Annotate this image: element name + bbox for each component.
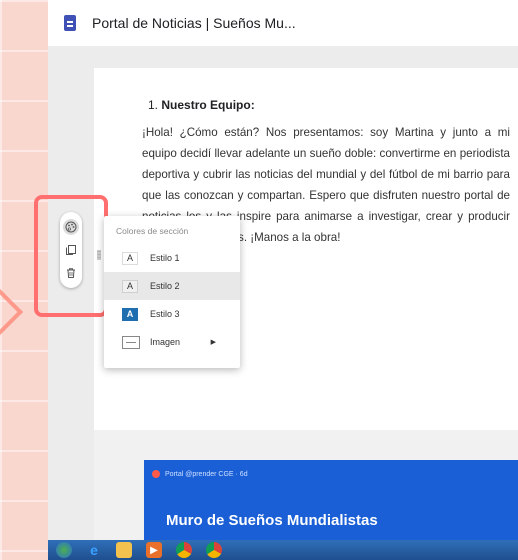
menu-header: Colores de sección (116, 226, 189, 236)
ie-icon[interactable]: e (86, 542, 102, 558)
section-gap (94, 430, 518, 460)
page-top-margin (94, 46, 518, 68)
title-bar: Portal de Noticias | Sueños Mu... (48, 0, 518, 47)
explorer-icon[interactable] (116, 542, 132, 558)
menu-item-estilo-1[interactable]: A Estilo 1 (104, 244, 240, 272)
menu-item-estilo-3[interactable]: A Estilo 3 (104, 300, 240, 328)
author-avatar-icon (152, 470, 160, 478)
style-1-swatch: A (122, 251, 138, 265)
section-heading[interactable]: 1. Nuestro Equipo: (148, 98, 255, 112)
menu-item-imagen[interactable]: Imagen ▶ (104, 328, 240, 356)
section-colors-menu: Colores de sección A Estilo 1 A Estilo 2… (104, 216, 240, 368)
media-icon[interactable]: ▶ (146, 542, 162, 558)
image-icon (122, 335, 140, 349)
chrome-alt-icon[interactable] (206, 542, 222, 558)
banner-meta: Portal @prender CGE · 6d (152, 470, 248, 478)
chrome-icon[interactable] (176, 542, 192, 558)
section-heading-text: Nuestro Equipo: (161, 98, 255, 112)
window-title: Portal de Noticias | Sueños Mu... (92, 15, 296, 31)
menu-item-label: Estilo 3 (150, 309, 180, 319)
submenu-arrow-icon: ▶ (210, 339, 216, 346)
highlight-outline (34, 195, 108, 317)
section-number: 1. (148, 98, 159, 112)
banner-meta-text: Portal @prender CGE · 6d (165, 470, 248, 478)
menu-item-estilo-2[interactable]: A Estilo 2 (104, 272, 240, 300)
windows-start-icon[interactable] (56, 542, 72, 558)
menu-item-label: Imagen (150, 337, 181, 347)
style-2-swatch: A (122, 279, 138, 293)
banner-card[interactable]: Portal @prender CGE · 6d Muro de Sueños … (144, 460, 518, 540)
document-icon (64, 15, 76, 31)
menu-item-label: Estilo 2 (150, 281, 180, 291)
menu-item-label: Estilo 1 (150, 253, 180, 263)
banner-title: Muro de Sueños Mundialistas (166, 512, 378, 529)
taskbar: e ▶ (48, 540, 518, 560)
style-3-swatch: A (122, 307, 138, 321)
